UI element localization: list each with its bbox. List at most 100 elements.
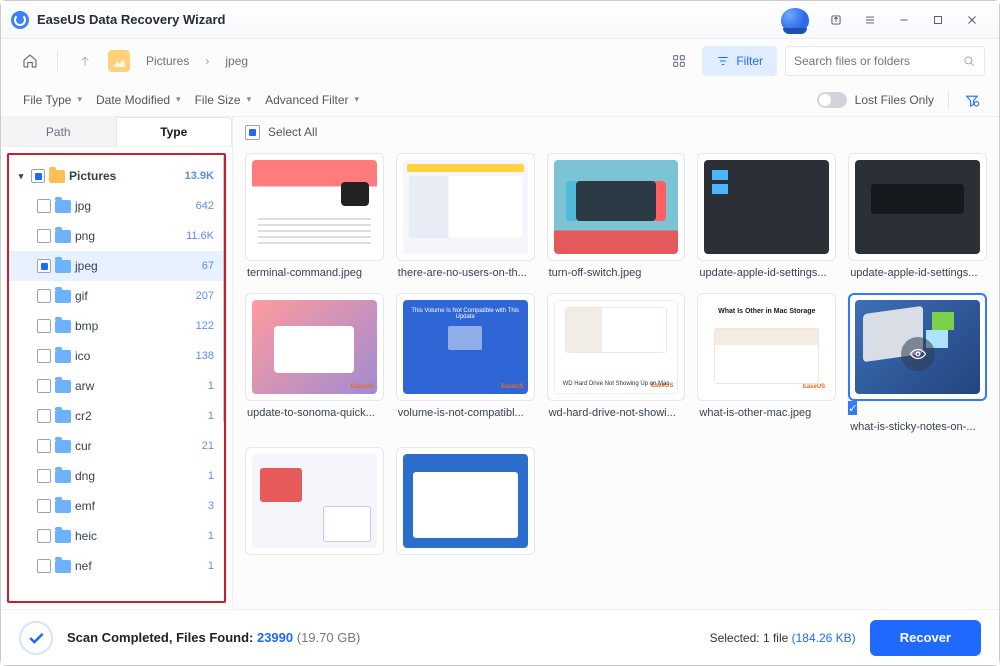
search-input[interactable] [794, 54, 962, 68]
file-name: there-are-no-users-on-th... [396, 267, 535, 279]
tree-item-nef[interactable]: nef1 [9, 551, 224, 581]
file-name: update-apple-id-settings... [697, 267, 836, 279]
file-thumbnail[interactable] [245, 447, 384, 555]
folder-icon [55, 200, 71, 213]
maximize-icon[interactable] [921, 8, 955, 32]
file-card[interactable] [396, 447, 535, 561]
tree-checkbox[interactable] [37, 469, 51, 483]
file-thumbnail[interactable] [396, 447, 535, 555]
tree-label: cur [75, 439, 198, 453]
tree-item-cr2[interactable]: cr21 [9, 401, 224, 431]
selection-text: Selected: 1 file (184.26 KB) [710, 631, 856, 645]
lost-files-toggle[interactable] [817, 92, 847, 108]
breadcrumb-jpeg[interactable]: jpeg [219, 50, 254, 72]
tab-path[interactable]: Path [1, 117, 116, 146]
tree-checkbox[interactable] [37, 289, 51, 303]
file-card[interactable]: update-apple-id-settings... [697, 153, 836, 279]
up-button[interactable] [70, 46, 100, 76]
share-icon[interactable] [819, 8, 853, 32]
tree-item-jpg[interactable]: jpg642 [9, 191, 224, 221]
tree-checkbox[interactable] [37, 529, 51, 543]
folder-icon [55, 470, 71, 483]
select-all-label: Select All [268, 125, 317, 139]
file-card[interactable]: turn-off-switch.jpeg [547, 153, 686, 279]
tree-pictures[interactable]: ▾Pictures13.9K [9, 161, 224, 191]
file-thumbnail[interactable] [245, 293, 384, 401]
file-card[interactable]: update-apple-id-settings... [848, 153, 987, 279]
tree-checkbox[interactable] [37, 439, 51, 453]
filter-date-modified[interactable]: Date Modified▾ [92, 89, 185, 111]
folder-icon [55, 410, 71, 423]
tree-item-heic[interactable]: heic1 [9, 521, 224, 551]
sidebar-scrollbar[interactable] [223, 155, 226, 423]
tree-count: 1 [208, 470, 214, 482]
tree-count: 11.6K [186, 230, 214, 242]
tree-checkbox[interactable] [37, 379, 51, 393]
file-card[interactable]: terminal-command.jpeg [245, 153, 384, 279]
preview-eye-icon[interactable] [901, 337, 935, 371]
file-thumbnail[interactable] [697, 293, 836, 401]
file-thumbnail[interactable] [547, 293, 686, 401]
app-title: EaseUS Data Recovery Wizard [37, 12, 225, 27]
filter-button[interactable]: Filter [702, 46, 777, 76]
file-name: wd-hard-drive-not-showi... [547, 407, 686, 419]
tree-checkbox[interactable] [37, 319, 51, 333]
search-box[interactable] [785, 46, 985, 76]
breadcrumb-pictures[interactable]: Pictures [140, 50, 195, 72]
file-card[interactable]: what-is-other-mac.jpeg [697, 293, 836, 433]
tree-count: 21 [202, 440, 214, 452]
file-thumbnail[interactable] [396, 293, 535, 401]
tree-checkbox[interactable] [37, 349, 51, 363]
collapse-icon[interactable]: ▾ [15, 171, 27, 182]
tree-item-cur[interactable]: cur 21 [9, 431, 224, 461]
tree-count: 122 [196, 320, 214, 332]
file-name: what-is-sticky-notes-on-... [848, 421, 987, 433]
home-button[interactable] [15, 46, 45, 76]
tree-count: 207 [196, 290, 214, 302]
filter-settings-icon[interactable] [963, 91, 981, 109]
file-card[interactable] [245, 447, 384, 561]
tree-checkbox[interactable] [37, 259, 51, 273]
tree-checkbox[interactable] [31, 169, 45, 183]
filter-button-label: Filter [736, 54, 763, 68]
select-all-checkbox[interactable] [245, 125, 260, 140]
tree-item-dng[interactable]: dng1 [9, 461, 224, 491]
tree-item-bmp[interactable]: bmp122 [9, 311, 224, 341]
tree-item-ico[interactable]: ico138 [9, 341, 224, 371]
file-thumbnail[interactable] [697, 153, 836, 261]
minimize-icon[interactable] [887, 8, 921, 32]
filter-row: File Type▾ Date Modified▾ File Size▾ Adv… [1, 83, 999, 117]
view-grid-button[interactable] [664, 46, 694, 76]
file-card[interactable]: there-are-no-users-on-th... [396, 153, 535, 279]
tree-item-gif[interactable]: gif207 [9, 281, 224, 311]
tree-checkbox[interactable] [37, 199, 51, 213]
filter-file-size[interactable]: File Size▾ [191, 89, 256, 111]
tab-type[interactable]: Type [116, 117, 233, 146]
tree-checkbox[interactable] [37, 409, 51, 423]
filter-advanced[interactable]: Advanced Filter▾ [261, 89, 363, 111]
file-card[interactable]: what-is-sticky-notes-on-... [848, 293, 987, 433]
filter-file-type[interactable]: File Type▾ [19, 89, 86, 111]
file-thumbnail[interactable] [547, 153, 686, 261]
tree-item-jpeg[interactable]: jpeg67 [9, 251, 224, 281]
tree-item-arw[interactable]: arw1 [9, 371, 224, 401]
menu-icon[interactable] [853, 8, 887, 32]
tree-count: 3 [208, 500, 214, 512]
mascot-icon[interactable] [781, 8, 809, 32]
file-card[interactable]: update-to-sonoma-quick... [245, 293, 384, 433]
file-thumbnail[interactable] [848, 153, 987, 261]
tree-checkbox[interactable] [37, 229, 51, 243]
tree-item-emf[interactable]: emf3 [9, 491, 224, 521]
folder-icon [55, 560, 71, 573]
file-card[interactable]: volume-is-not-compatibl... [396, 293, 535, 433]
file-thumbnail[interactable] [396, 153, 535, 261]
file-thumbnail[interactable] [245, 153, 384, 261]
tree-checkbox[interactable] [37, 559, 51, 573]
recover-button[interactable]: Recover [870, 620, 981, 656]
file-checkbox[interactable] [848, 401, 857, 415]
close-icon[interactable] [955, 8, 989, 32]
file-card[interactable]: wd-hard-drive-not-showi... [547, 293, 686, 433]
folder-icon [55, 380, 71, 393]
tree-item-png[interactable]: png11.6K [9, 221, 224, 251]
tree-checkbox[interactable] [37, 499, 51, 513]
